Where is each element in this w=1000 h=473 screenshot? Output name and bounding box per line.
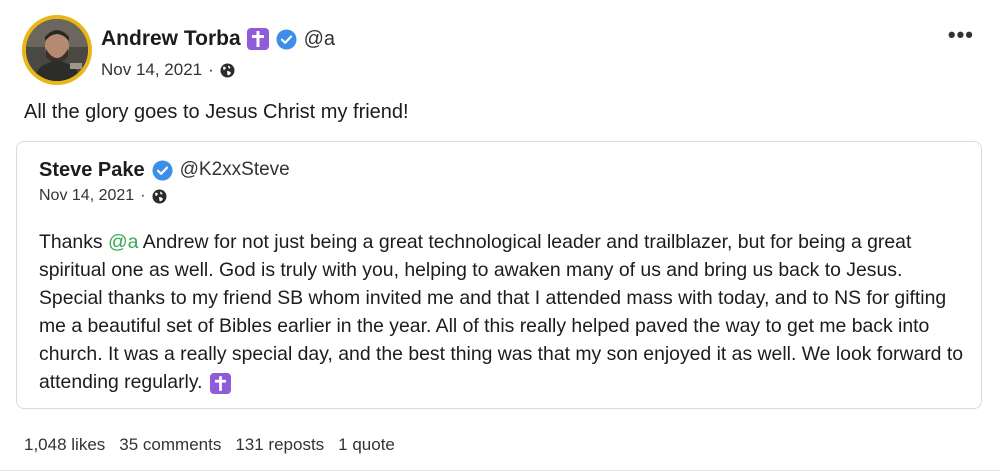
mention-link[interactable]: @a	[108, 231, 138, 253]
quoted-post-text: Thanks @a Andrew for not just being a gr…	[39, 228, 964, 396]
more-options-icon[interactable]: •••	[948, 24, 974, 46]
quoted-text-body: Andrew for not just being a great techno…	[39, 231, 964, 393]
verified-check-icon	[152, 160, 173, 181]
verified-check-icon	[276, 29, 297, 50]
separator-dot: ·	[208, 60, 214, 79]
avatar[interactable]	[22, 15, 92, 85]
quoted-author-name[interactable]: Steve Pake	[39, 159, 145, 182]
comments-count[interactable]: 35 comments	[119, 435, 221, 455]
quoted-author-handle[interactable]: @K2xxSteve	[180, 159, 290, 181]
latin-cross-icon	[209, 373, 231, 394]
reposts-count[interactable]: 131 reposts	[235, 435, 324, 455]
separator-dot: ·	[140, 187, 146, 204]
quotes-count[interactable]: 1 quote	[338, 435, 395, 455]
author-handle[interactable]: @a	[304, 28, 335, 51]
avatar-photo	[26, 19, 88, 81]
likes-count[interactable]: 1,048 likes	[24, 435, 105, 455]
post-header: Andrew Torba @a Nov 14, 2021 ·	[101, 24, 335, 80]
quoted-post-header: Steve Pake @K2xxSteve Nov 14, 2021 ·	[39, 156, 290, 205]
post-text: All the glory goes to Jesus Christ my fr…	[24, 101, 409, 123]
divider	[0, 470, 1000, 471]
quoted-post[interactable]: Steve Pake @K2xxSteve Nov 14, 2021 · Tha…	[16, 141, 982, 409]
globe-icon	[220, 63, 235, 78]
globe-icon	[152, 189, 167, 204]
author-name[interactable]: Andrew Torba	[101, 27, 241, 51]
latin-cross-icon	[246, 28, 269, 50]
quoted-text-prefix: Thanks	[39, 231, 108, 253]
quoted-post-date[interactable]: Nov 14, 2021	[39, 187, 134, 205]
post-date[interactable]: Nov 14, 2021	[101, 60, 202, 80]
post-card: Andrew Torba @a Nov 14, 2021 · ••• All t…	[0, 0, 1000, 473]
engagement-stats: 1,048 likes 35 comments 131 reposts 1 qu…	[24, 435, 395, 455]
